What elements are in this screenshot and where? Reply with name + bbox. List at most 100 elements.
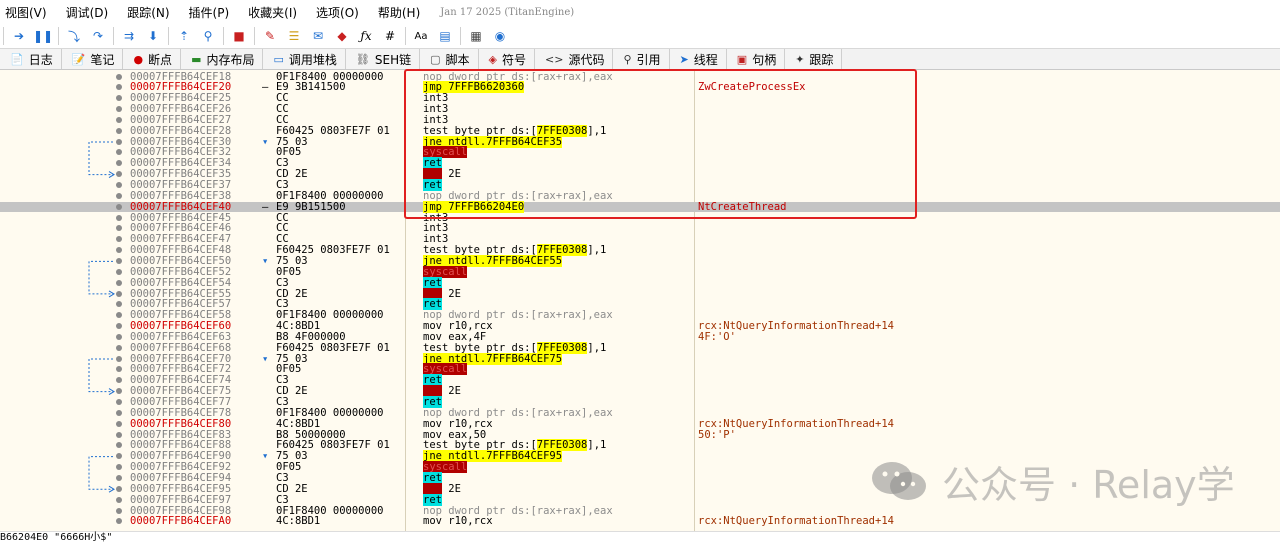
breakpoint-marker[interactable] <box>116 106 122 113</box>
trace-over-icon[interactable]: ⬇ <box>145 28 161 44</box>
watermark-text: 公众号 · Relay学 <box>942 462 1235 507</box>
tab-log[interactable]: 📄 日志 <box>0 49 62 69</box>
menu-item[interactable]: 跟踪(N) <box>122 4 174 21</box>
menu-item[interactable]: 插件(P) <box>184 4 235 21</box>
breakpoint-marker[interactable] <box>116 507 122 514</box>
toolbar-separator <box>223 27 224 45</box>
tab-label: 日志 <box>28 52 53 67</box>
tab-label: 线程 <box>693 52 718 67</box>
tab-handles[interactable]: ▣ 句柄 <box>726 49 786 69</box>
bookmarks-icon[interactable]: ◆ <box>334 28 350 44</box>
comments-icon[interactable]: ☰ <box>286 28 302 44</box>
breakpoint-marker[interactable] <box>116 84 122 91</box>
breakpoint-marker[interactable] <box>116 399 122 405</box>
tab-call-stack[interactable]: ▭ 调用堆栈 <box>263 49 346 69</box>
scylla-icon[interactable]: ■ <box>231 28 247 44</box>
step-over-icon[interactable]: ↷ <box>90 28 106 44</box>
references-icon: ⚲ <box>623 52 632 66</box>
menu-item[interactable]: 调试(D) <box>61 4 114 21</box>
tab-script[interactable]: ▢ 脚本 <box>420 49 479 69</box>
tab-label: 句柄 <box>752 52 777 67</box>
breakpoint-marker[interactable] <box>116 409 122 416</box>
breakpoint-marker[interactable] <box>116 485 122 492</box>
breakpoint-marker[interactable] <box>116 344 122 351</box>
functions-icon[interactable]: ƒx <box>358 28 374 44</box>
breakpoint-marker[interactable] <box>116 214 122 221</box>
disasm-row[interactable]: 00007FFFB64CEFA0 4C:8BD1 mov r10,rcx rcx:Nt… <box>0 516 1280 527</box>
breakpoint-marker[interactable] <box>116 171 122 178</box>
breakpoint-marker[interactable] <box>116 312 122 319</box>
comment: rcx:NtQueryInformationThread+14 <box>698 417 894 430</box>
tab-references[interactable]: ⚲ 引用 <box>613 49 670 69</box>
breakpoint-marker[interactable] <box>116 420 122 427</box>
opcode-bytes: 4C:8BD1 <box>276 515 321 528</box>
breakpoint-marker[interactable] <box>116 268 122 275</box>
breakpoint-marker[interactable] <box>116 225 122 232</box>
breakpoint-marker[interactable] <box>116 192 122 199</box>
breakpoint-marker[interactable] <box>116 453 122 460</box>
breakpoint-marker[interactable] <box>116 116 122 123</box>
breakpoint-marker[interactable] <box>116 279 122 286</box>
breakpoint-marker[interactable] <box>116 149 122 156</box>
breakpoint-marker[interactable] <box>116 431 122 438</box>
breakpoint-marker[interactable] <box>116 138 122 145</box>
breakpoint-marker[interactable] <box>116 474 122 481</box>
calculator-icon[interactable]: ▤ <box>437 28 453 44</box>
breakpoint-marker[interactable] <box>116 496 122 503</box>
run-to-icon[interactable]: ➔ <box>11 28 27 44</box>
execute-till-return-icon[interactable]: ⇡ <box>176 28 192 44</box>
calculator-icon-2[interactable]: ▦ <box>468 28 484 44</box>
breakpoint-marker[interactable] <box>116 160 122 167</box>
variables-icon[interactable]: # <box>382 28 398 44</box>
tab-label: 引用 <box>636 52 661 67</box>
menu-item[interactable]: 帮助(H) <box>373 4 425 21</box>
breakpoint-marker[interactable] <box>116 127 122 134</box>
tab-source[interactable]: <> 源代码 <box>535 49 614 69</box>
disasm-row[interactable]: 00007FFFB64CEF80 4C:8BD1 mov r10,rcx rcx:Nt… <box>0 417 1280 430</box>
breakpoint-marker[interactable] <box>116 290 122 297</box>
tab-memory-map[interactable]: ▬ 内存布局 <box>181 49 264 69</box>
breakpoint-marker[interactable] <box>116 355 122 362</box>
pause-icon[interactable]: ❚❚ <box>33 28 53 44</box>
font-icon[interactable]: Aa <box>413 28 429 44</box>
breakpoint-marker[interactable] <box>116 301 122 308</box>
patch-icon[interactable]: ✎ <box>262 28 278 44</box>
breakpoint-marker[interactable] <box>116 464 122 471</box>
breakpoint-marker[interactable] <box>116 247 122 254</box>
breakpoint-marker[interactable] <box>116 333 122 340</box>
labels-icon[interactable]: ✉ <box>310 28 326 44</box>
breakpoint-marker[interactable] <box>116 95 122 102</box>
breakpoint-marker[interactable] <box>116 73 122 80</box>
run-to-user-code-icon[interactable]: ⚲ <box>200 28 216 44</box>
trace-into-icon[interactable]: ⇉ <box>121 28 137 44</box>
disasm-row[interactable]: 00007FFFB64CEF54 C3 ret <box>0 276 1280 289</box>
breakpoint-marker[interactable] <box>116 323 122 330</box>
breakpoint-marker[interactable] <box>116 203 122 210</box>
globe-icon[interactable]: ◉ <box>492 28 508 44</box>
breakpoint-marker[interactable] <box>116 518 122 525</box>
breakpoint-marker[interactable] <box>116 257 122 264</box>
breakpoint-marker[interactable] <box>116 236 122 243</box>
menu-item[interactable]: 收藏夹(I) <box>243 4 302 21</box>
breakpoint-marker[interactable] <box>116 388 122 395</box>
tab-trace[interactable]: ✦ 跟踪 <box>785 49 843 69</box>
opcode-bytes: 0F05 <box>276 265 302 278</box>
menu-bar: 视图(V) 调试(D) 跟踪(N) 插件(P) 收藏夹(I) 选项(O) 帮助(H) Jan … <box>0 0 1280 24</box>
breakpoint-marker[interactable] <box>116 377 122 384</box>
menu-item[interactable]: 选项(O) <box>311 4 364 21</box>
trace-icon: ✦ <box>795 52 805 66</box>
breakpoint-marker[interactable] <box>116 442 122 449</box>
instruction: test byte ptr ds:[7FFE0308],1 <box>423 341 607 354</box>
tab-seh-chain[interactable]: ⛓ SEH链 <box>345 49 421 69</box>
tab-threads[interactable]: ➤ 线程 <box>669 49 727 69</box>
menu-item[interactable]: 视图(V) <box>0 4 52 21</box>
breakpoint-marker[interactable] <box>116 182 122 188</box>
tab-notes[interactable]: 📝 笔记 <box>61 49 124 69</box>
tab-symbols[interactable]: ◈ 符号 <box>478 49 536 69</box>
step-into-icon[interactable]: ⤵ <box>66 28 82 44</box>
tab-label: 跟踪 <box>809 52 834 67</box>
breakpoint-marker[interactable] <box>116 366 122 373</box>
tab-breakpoint[interactable]: ● 断点 <box>123 49 182 69</box>
disasm-row[interactable]: 00007FFFB64CEF52 0F05 syscall <box>0 265 1280 278</box>
disasm-row[interactable]: 00007FFFB64CEF68 F60425 0803FE7F 01 test b… <box>0 341 1280 354</box>
